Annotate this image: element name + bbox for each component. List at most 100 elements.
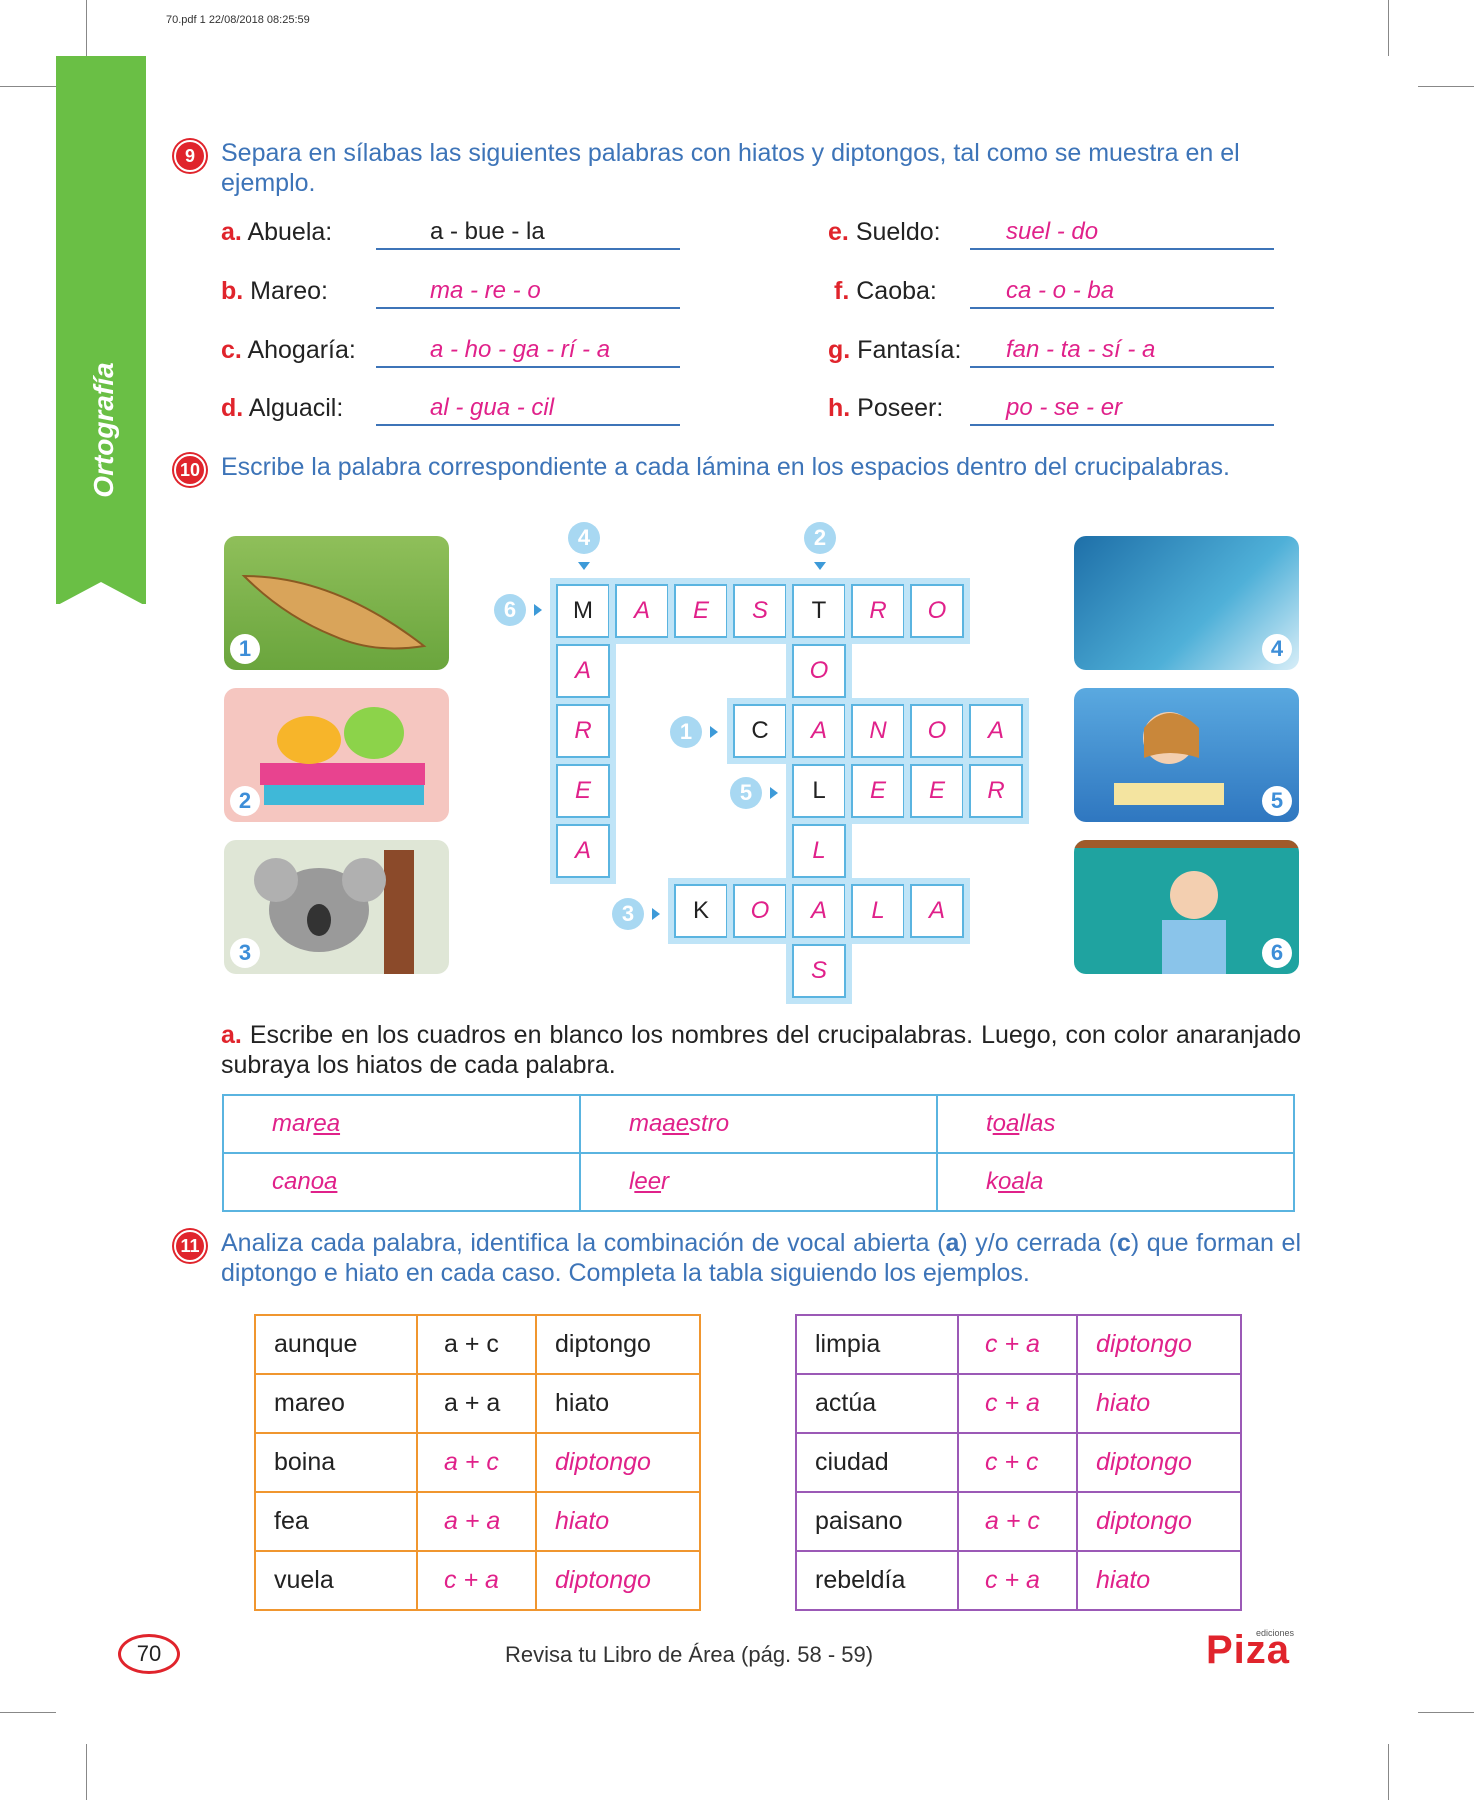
photo-teacher: 6 — [1074, 840, 1299, 974]
footer-reference: Revisa tu Libro de Área (pág. 58 - 59) — [505, 1642, 874, 1667]
crossword-cell[interactable]: C — [727, 698, 793, 764]
crossword-cell[interactable]: A — [550, 818, 616, 884]
combination-table-left: aunque a + c diptongo mareo a + a hiato … — [254, 1314, 701, 1611]
crop-mark — [1388, 0, 1389, 56]
photo-number: 4 — [1262, 634, 1292, 664]
word-cell: ciudad — [795, 1432, 959, 1493]
crossword-cell[interactable]: A — [609, 578, 675, 644]
crossword-cell[interactable]: R — [963, 758, 1029, 824]
hiato-cell[interactable]: canoa — [222, 1152, 581, 1212]
answer-c[interactable]: a - ho - ga - rí - a — [376, 336, 680, 368]
answer-b[interactable]: ma - re - o — [376, 277, 680, 309]
type-cell[interactable]: diptongo — [535, 1432, 701, 1493]
arrow-right-icon — [710, 726, 718, 738]
clue-3: 3 — [612, 898, 644, 930]
hiatos-table: marea maaestro toallas canoa leer koala — [222, 1094, 1295, 1212]
crossword-cell[interactable]: L — [786, 758, 852, 824]
item-g: g. Fantasía: — [828, 336, 962, 364]
combo-cell[interactable]: c + a — [416, 1550, 537, 1611]
combo-cell: a + c — [416, 1314, 537, 1375]
hiato-cell[interactable]: maaestro — [579, 1094, 938, 1154]
combo-cell[interactable]: a + a — [416, 1491, 537, 1552]
word-cell: mareo — [254, 1373, 418, 1434]
crossword-cell[interactable]: S — [786, 938, 852, 1004]
crossword-cell[interactable]: E — [668, 578, 734, 644]
crossword-cell[interactable]: L — [786, 818, 852, 884]
combo-cell[interactable]: a + c — [416, 1432, 537, 1493]
clue-2: 2 — [804, 522, 836, 554]
word-cell: actúa — [795, 1373, 959, 1434]
combo-cell: a + a — [416, 1373, 537, 1434]
crossword-cell[interactable]: K — [668, 878, 734, 944]
hiato-cell[interactable]: koala — [936, 1152, 1295, 1212]
crossword-cell[interactable]: O — [904, 578, 970, 644]
type-cell[interactable]: diptongo — [1076, 1432, 1242, 1493]
crop-mark — [1388, 1744, 1389, 1800]
crossword-cell[interactable]: R — [550, 698, 616, 764]
crossword-cell[interactable]: A — [963, 698, 1029, 764]
answer-f[interactable]: ca - o - ba — [970, 277, 1274, 309]
exercise-10-number: 10 — [174, 454, 206, 486]
exercise-11-number: 11 — [174, 1230, 206, 1262]
exercise-10a-instruction: a. Escribe en los cuadros en blanco los … — [221, 1021, 1301, 1079]
answer-e[interactable]: suel - do — [970, 218, 1274, 250]
type-cell[interactable]: diptongo — [1076, 1491, 1242, 1552]
photo-towels: 2 — [224, 688, 449, 822]
arrow-right-icon — [652, 908, 660, 920]
crossword-cell[interactable]: A — [786, 878, 852, 944]
crossword-cell[interactable]: O — [904, 698, 970, 764]
crossword-cell[interactable]: M — [550, 578, 616, 644]
combo-cell[interactable]: c + c — [957, 1432, 1078, 1493]
crossword-cell[interactable]: O — [786, 638, 852, 704]
hiato-cell[interactable]: marea — [222, 1094, 581, 1154]
answer-a[interactable]: a - bue - la — [376, 218, 680, 250]
hiato-cell[interactable]: leer — [579, 1152, 938, 1212]
type-cell[interactable]: hiato — [1076, 1373, 1242, 1434]
crossword-cell[interactable]: T — [786, 578, 852, 644]
combo-cell[interactable]: a + c — [957, 1491, 1078, 1552]
page-number: 70 — [118, 1634, 180, 1674]
photo-number: 2 — [230, 786, 260, 816]
crossword-cell[interactable]: A — [550, 638, 616, 704]
type-cell: hiato — [535, 1373, 701, 1434]
answer-h[interactable]: po - se - er — [970, 394, 1274, 426]
crossword-cell[interactable]: L — [845, 878, 911, 944]
answer-g[interactable]: fan - ta - sí - a — [970, 336, 1274, 368]
word-cell: fea — [254, 1491, 418, 1552]
crop-mark — [1418, 1712, 1474, 1713]
item-d: d. Alguacil: — [221, 394, 344, 422]
crossword-cell[interactable]: S — [727, 578, 793, 644]
word-cell: rebeldía — [795, 1550, 959, 1611]
item-h: h. Poseer: — [828, 394, 944, 422]
combo-cell[interactable]: c + a — [957, 1550, 1078, 1611]
combo-cell[interactable]: c + a — [957, 1373, 1078, 1434]
crossword-cell[interactable]: A — [786, 698, 852, 764]
crossword-cell[interactable]: N — [845, 698, 911, 764]
crossword-cell[interactable]: O — [727, 878, 793, 944]
type-cell[interactable]: hiato — [535, 1491, 701, 1552]
crop-mark — [86, 1744, 87, 1800]
item-c: c. Ahogaría: — [221, 336, 356, 364]
exercise-11-instruction: Analiza cada palabra, identifica la comb… — [221, 1229, 1302, 1287]
word-cell: limpia — [795, 1314, 959, 1375]
photo-number: 5 — [1262, 786, 1292, 816]
clue-4: 4 — [568, 522, 600, 554]
item-a: a. Abuela: — [221, 218, 333, 246]
photo-girl-reading: 5 — [1074, 688, 1299, 822]
photo-number: 6 — [1262, 938, 1292, 968]
crossword-cell[interactable]: A — [904, 878, 970, 944]
photo-wave: 4 — [1074, 536, 1299, 670]
sidebar-notch — [56, 582, 146, 606]
exercise-10-instruction: Escribe la palabra correspondiente a cad… — [221, 453, 1230, 481]
crossword-cell[interactable]: E — [550, 758, 616, 824]
answer-d[interactable]: al - gua - cil — [376, 394, 680, 426]
hiato-cell[interactable]: toallas — [936, 1094, 1295, 1154]
type-cell[interactable]: diptongo — [1076, 1314, 1242, 1375]
type-cell[interactable]: diptongo — [535, 1550, 701, 1611]
crossword-cell[interactable]: E — [904, 758, 970, 824]
word-cell: vuela — [254, 1550, 418, 1611]
crossword-cell[interactable]: R — [845, 578, 911, 644]
combo-cell[interactable]: c + a — [957, 1314, 1078, 1375]
type-cell[interactable]: hiato — [1076, 1550, 1242, 1611]
crossword-cell[interactable]: E — [845, 758, 911, 824]
